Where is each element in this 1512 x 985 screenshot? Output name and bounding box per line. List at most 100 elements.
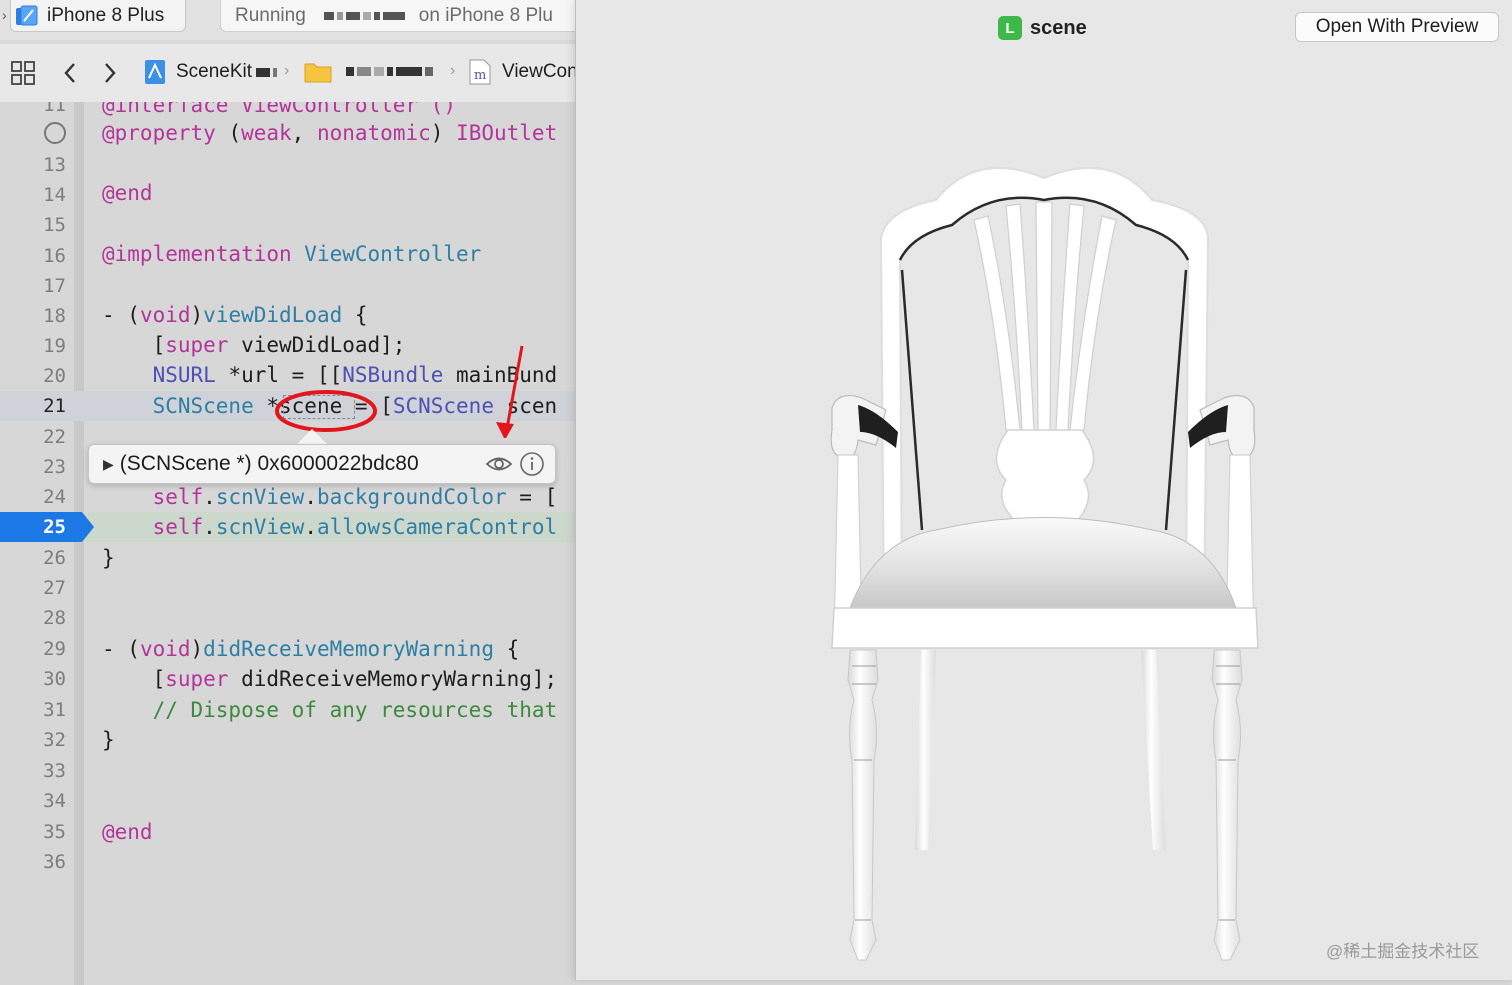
code-token: - ( xyxy=(102,637,140,661)
destination-label: iPhone 8 Plus xyxy=(47,4,165,26)
source-editor[interactable]: 11 13 14 15 16 17 18 19 20 21 22 23 24 2… xyxy=(0,102,576,985)
xcode-project-icon xyxy=(145,60,165,84)
code-token: { xyxy=(493,637,520,661)
code-token: self xyxy=(152,485,204,509)
code-token: . xyxy=(304,515,317,539)
line-number: 34 xyxy=(43,790,66,812)
breadcrumb-project[interactable]: SceneKit xyxy=(144,59,278,85)
code-token: [ xyxy=(102,333,166,357)
datatip-value: (SCNScene *) 0x6000022bdc80 xyxy=(119,452,419,475)
red-annotation-marks xyxy=(275,345,524,438)
line-number: 24 xyxy=(43,486,66,508)
breadcrumb-file-label: ViewCon xyxy=(502,61,578,82)
debug-datatip[interactable]: ▶ (SCNScene *) 0x6000022bdc80 xyxy=(88,444,556,484)
code-token: ( xyxy=(215,121,242,145)
code-token: viewDidLoad xyxy=(203,303,343,327)
red-arrow-annotation xyxy=(504,345,524,435)
code-token: super xyxy=(165,333,229,357)
quick-look-panel[interactable]: L scene Open With Preview @稀土掘金技术社区 xyxy=(575,0,1512,980)
objc-file-icon: m xyxy=(469,59,491,85)
line-number: 15 xyxy=(43,214,66,236)
code-token: weak xyxy=(241,121,292,145)
line-number: 16 xyxy=(43,245,66,267)
code-token: ViewController xyxy=(291,242,482,266)
code-line[interactable]: [super didReceiveMemoryWarning]; xyxy=(102,664,558,694)
code-line[interactable]: self.scnView.backgroundColor = [ xyxy=(102,482,558,512)
related-items-grid-icon[interactable] xyxy=(8,58,38,88)
code-line[interactable]: @implementation ViewController xyxy=(102,239,481,269)
code-token: ) xyxy=(430,121,457,145)
code-token: void xyxy=(139,637,191,661)
back-arrow-icon[interactable] xyxy=(55,58,85,88)
status-device-label: on iPhone 8 Plu xyxy=(418,4,553,26)
scene-file-icon: L xyxy=(998,16,1022,40)
code-token: SCNScene xyxy=(152,394,254,418)
line-number: 33 xyxy=(43,760,66,782)
code-line[interactable]: self.scnView.allowsCameraControl xyxy=(102,512,558,542)
open-with-preview-button[interactable]: Open With Preview xyxy=(1295,12,1499,42)
code-line[interactable]: @end xyxy=(102,817,153,847)
code-token: NSURL xyxy=(152,363,216,387)
code-line[interactable]: - (void)viewDidLoad { xyxy=(102,300,368,330)
breadcrumb-separator: › xyxy=(284,62,290,79)
line-number: 26 xyxy=(43,547,66,569)
code-token: didReceiveMemoryWarning xyxy=(203,637,494,661)
line-number: 32 xyxy=(43,729,66,751)
line-number: 20 xyxy=(43,365,66,387)
line-number: 21 xyxy=(43,395,66,417)
line-number: 17 xyxy=(43,275,66,297)
code-token: . xyxy=(203,515,216,539)
line-number: 14 xyxy=(43,184,66,206)
code-line[interactable]: @property (weak, nonatomic) IBOutlet xyxy=(102,118,557,148)
breadcrumb-file[interactable]: m ViewCon xyxy=(468,59,578,85)
code-token: - ( xyxy=(102,303,140,327)
line-number: 28 xyxy=(43,607,66,629)
breadcrumb-project-label: SceneKit xyxy=(176,61,253,82)
line-number: 31 xyxy=(43,699,66,721)
line-number-current: 25 xyxy=(43,516,66,538)
code-line[interactable]: } xyxy=(102,725,115,755)
disclosure-triangle-icon[interactable]: ▶ xyxy=(103,456,114,473)
breadcrumb-folder[interactable] xyxy=(304,59,433,83)
scene-3d-viewport[interactable] xyxy=(576,60,1512,980)
quick-look-title-label: scene xyxy=(1030,16,1087,39)
line-number: 27 xyxy=(43,577,66,599)
info-icon[interactable] xyxy=(519,451,545,477)
quick-look-eye-icon[interactable] xyxy=(485,451,513,477)
code-line[interactable]: } xyxy=(102,543,115,573)
status-running-label: Running xyxy=(235,4,306,26)
datatip-notch xyxy=(296,429,328,445)
chevron-right-icon: › xyxy=(2,7,7,23)
code-token: ) xyxy=(190,303,204,327)
code-token: . xyxy=(304,485,317,509)
line-number: 36 xyxy=(43,851,66,873)
run-destination-selector[interactable]: › iPhone 8 Plus xyxy=(2,0,186,32)
code-line[interactable]: - (void)didReceiveMemoryWarning { xyxy=(102,634,519,664)
code-token: @property xyxy=(102,121,216,145)
outlet-connection-circle-icon[interactable] xyxy=(42,120,68,146)
breadcrumb-separator: › xyxy=(450,62,456,79)
folder-icon xyxy=(304,63,332,83)
code-token: allowsCameraControl xyxy=(316,515,558,539)
svg-text:m: m xyxy=(474,68,486,83)
code-token: scnView xyxy=(215,515,305,539)
code-line[interactable]: @end xyxy=(102,178,153,208)
red-arrowhead xyxy=(496,422,514,438)
code-token: nonatomic xyxy=(316,121,431,145)
forward-arrow-icon[interactable] xyxy=(95,58,125,88)
redacted-text xyxy=(256,67,278,77)
code-comment-line[interactable]: // Dispose of any resources that xyxy=(102,695,558,725)
red-ellipse-annotation xyxy=(275,390,377,432)
code-token: super xyxy=(165,667,229,691)
code-token: self xyxy=(152,515,204,539)
redacted-folder-name xyxy=(346,66,433,76)
activity-status: Running on iPhone 8 Plu xyxy=(220,0,600,32)
code-token: IBOutlet xyxy=(456,121,558,145)
code-token: { xyxy=(342,303,368,327)
quick-look-title: L scene xyxy=(998,16,1087,40)
code-token: @implementation xyxy=(102,242,292,266)
line-number: 13 xyxy=(43,154,66,176)
